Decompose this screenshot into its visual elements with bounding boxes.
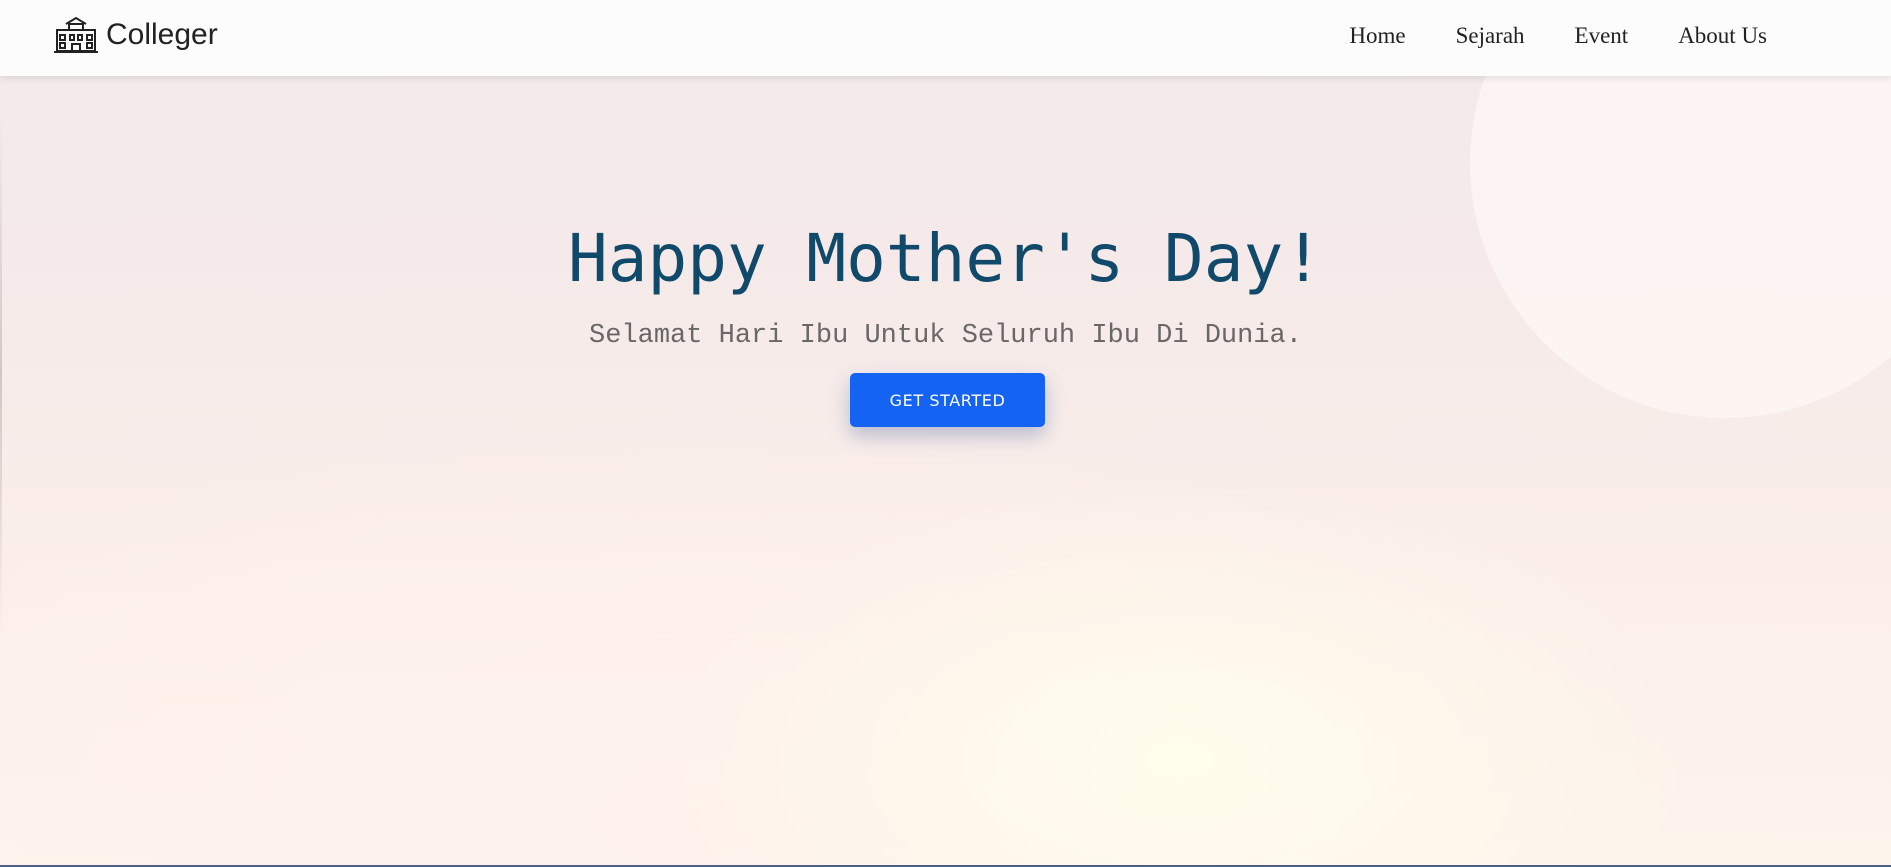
- main-nav: Home Sejarah Event About Us: [1349, 0, 1767, 72]
- hero-section: Happy Mother's Day! Selamat Hari Ibu Unt…: [0, 0, 1891, 867]
- brand-link[interactable]: Colleger: [52, 14, 218, 56]
- brand-name: Colleger: [106, 18, 218, 51]
- nav-home[interactable]: Home: [1349, 23, 1405, 49]
- hero-subtitle: Selamat Hari Ibu Untuk Seluruh Ibu Di Du…: [589, 321, 1302, 351]
- nav-event[interactable]: Event: [1575, 23, 1629, 49]
- get-started-button[interactable]: GET STARTED: [850, 373, 1045, 427]
- nav-sejarah[interactable]: Sejarah: [1456, 23, 1525, 49]
- navbar: Colleger Home Sejarah Event About Us: [0, 0, 1891, 76]
- hero-title: Happy Mother's Day!: [568, 220, 1323, 297]
- left-edge-shade: [0, 116, 2, 636]
- nav-about-us[interactable]: About Us: [1678, 23, 1767, 49]
- college-building-icon: [52, 15, 100, 55]
